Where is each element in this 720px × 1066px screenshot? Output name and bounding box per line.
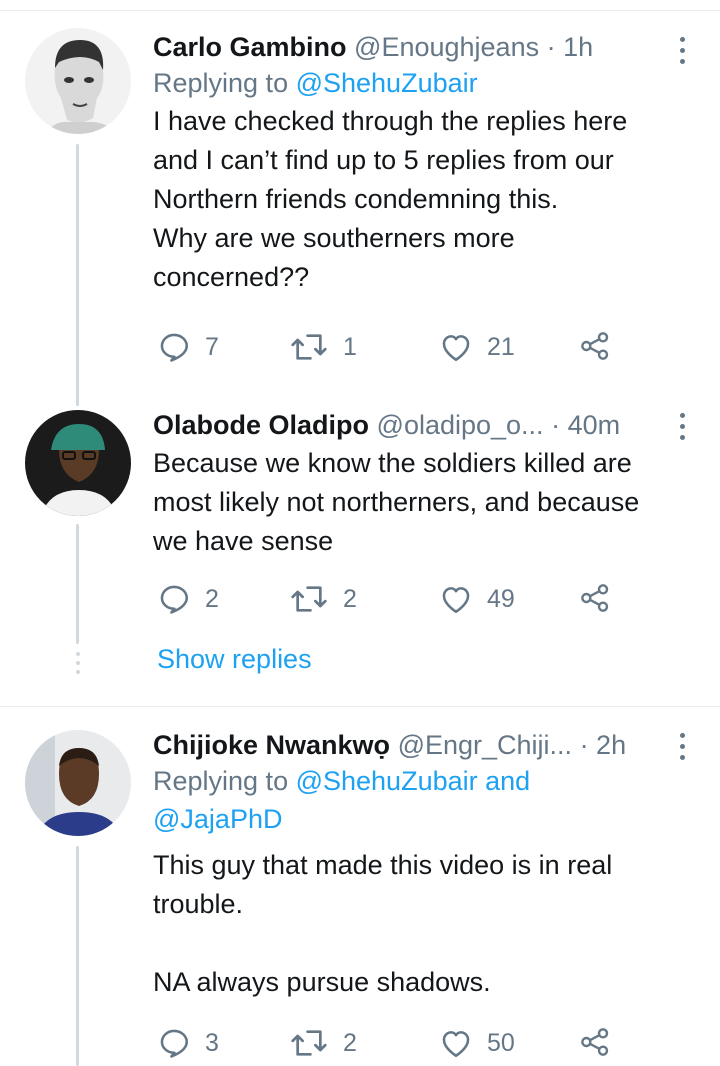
tweet-text: I have checked through the replies here … — [153, 106, 628, 292]
tweet-content: Olabode Oladipo @oladipo_o... · 40m Beca… — [153, 408, 698, 561]
reply-icon — [160, 585, 189, 614]
tweet-text: Because we know the soldiers killed are … — [153, 448, 640, 556]
thread-connector — [76, 524, 79, 644]
avatar[interactable] — [25, 28, 131, 134]
top-divider — [0, 10, 720, 11]
like-icon — [442, 335, 470, 362]
like-icon — [442, 587, 470, 614]
author-name[interactable]: Chijioke Nwankwọ — [153, 730, 390, 760]
reply-count: 3 — [205, 1028, 219, 1057]
tweet-header: Chijioke Nwankwọ @Engr_Chiji... · 2h — [153, 728, 698, 762]
avatar[interactable] — [25, 730, 131, 836]
like-button[interactable]: 21 — [439, 330, 515, 364]
reply-count: 2 — [205, 584, 219, 613]
reply-icon — [160, 333, 189, 362]
author-name[interactable]: Carlo Gambino — [153, 32, 347, 62]
thread-more-dots — [75, 652, 80, 674]
retweet-button[interactable]: 1 — [289, 330, 357, 364]
retweet-button[interactable]: 2 — [289, 582, 357, 616]
thread-connector — [76, 144, 79, 406]
like-button[interactable]: 50 — [439, 1026, 515, 1060]
replying-to: Replying to @ShehuZubair — [153, 64, 698, 102]
tweet-time: · 1h — [546, 32, 594, 62]
reply-button[interactable]: 7 — [157, 330, 219, 364]
tweet-time: · 40m — [551, 410, 621, 440]
retweet-count: 1 — [343, 332, 357, 361]
reply-icon — [160, 1029, 189, 1058]
author-handle[interactable]: @oladipo_o... — [377, 410, 544, 440]
tweet-content: Carlo Gambino @Enoughjeans · 1h Replying… — [153, 30, 698, 297]
more-vertical-icon[interactable] — [680, 413, 686, 440]
reply-button[interactable]: 3 — [157, 1026, 219, 1060]
reply-count: 7 — [205, 332, 219, 361]
share-button[interactable] — [579, 582, 611, 614]
tweet-text: This guy that made this video is in real… — [153, 850, 613, 997]
retweet-icon — [291, 1030, 327, 1056]
tweet-time: · 2h — [579, 730, 627, 760]
retweet-icon — [291, 334, 327, 360]
tweet-actions: 3 2 50 — [157, 1026, 617, 1062]
thread-connector — [76, 846, 79, 1066]
more-vertical-icon[interactable] — [680, 37, 686, 64]
retweet-icon — [291, 586, 327, 612]
retweet-button[interactable]: 2 — [289, 1026, 357, 1060]
mention-link[interactable]: @ShehuZubair — [296, 68, 478, 98]
reply-button[interactable]: 2 — [157, 582, 219, 616]
tweet-actions: 2 2 49 — [157, 582, 617, 618]
avatar[interactable] — [25, 410, 131, 516]
show-replies-link[interactable]: Show replies — [157, 644, 312, 675]
share-icon — [581, 332, 609, 360]
retweet-count: 2 — [343, 584, 357, 613]
tweet-header: Carlo Gambino @Enoughjeans · 1h — [153, 30, 698, 64]
thread-divider — [0, 706, 720, 707]
like-button[interactable]: 49 — [439, 582, 515, 616]
share-button[interactable] — [579, 330, 611, 362]
like-icon — [442, 1031, 470, 1058]
tweet-actions: 7 1 21 — [157, 330, 617, 366]
replying-to: Replying to @ShehuZubair and @JajaPhD — [153, 762, 698, 838]
share-icon — [581, 584, 609, 612]
retweet-count: 2 — [343, 1028, 357, 1057]
replying-prefix: Replying to — [153, 766, 296, 796]
author-name[interactable]: Olabode Oladipo — [153, 410, 369, 440]
author-handle[interactable]: @Enoughjeans — [354, 32, 539, 62]
share-icon — [581, 1028, 609, 1056]
author-handle[interactable]: @Engr_Chiji... — [398, 730, 572, 760]
replying-prefix: Replying to — [153, 68, 296, 98]
tweet-header: Olabode Oladipo @oladipo_o... · 40m — [153, 408, 698, 442]
like-count: 21 — [487, 332, 515, 361]
share-button[interactable] — [579, 1026, 611, 1058]
like-count: 50 — [487, 1028, 515, 1057]
tweet-content: Chijioke Nwankwọ @Engr_Chiji... · 2h Rep… — [153, 728, 698, 1002]
more-vertical-icon[interactable] — [680, 733, 686, 760]
like-count: 49 — [487, 584, 515, 613]
